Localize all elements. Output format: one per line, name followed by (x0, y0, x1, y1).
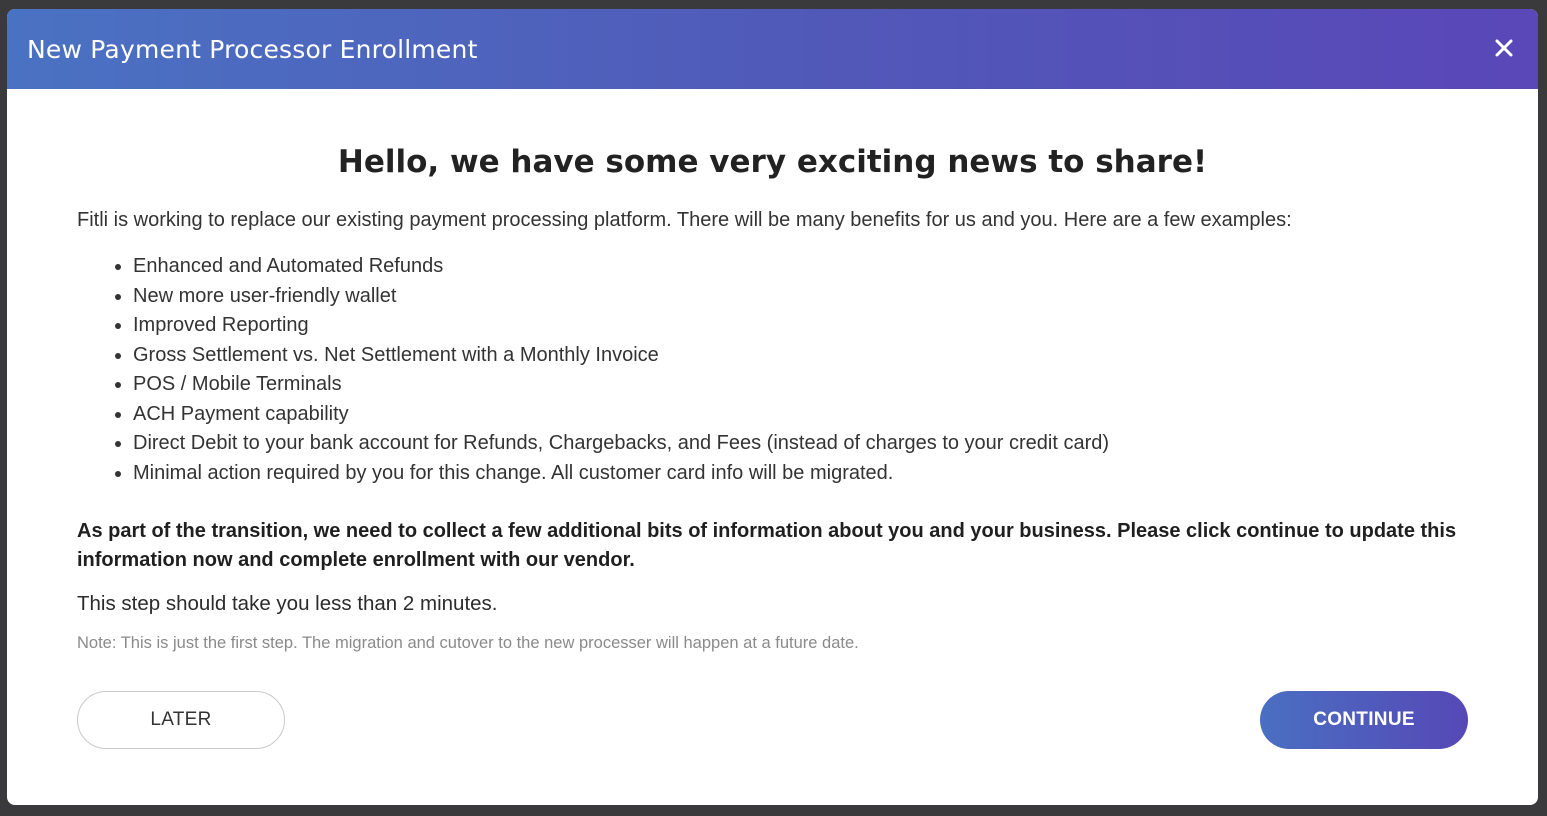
benefit-item: POS / Mobile Terminals (133, 370, 1468, 400)
benefit-item: New more user-friendly wallet (133, 282, 1468, 312)
continue-button[interactable]: CONTINUE (1260, 691, 1468, 749)
migration-note: Note: This is just the first step. The m… (77, 634, 859, 652)
benefit-item: Direct Debit to your bank account for Re… (133, 429, 1468, 459)
modal-actions: LATER CONTINUE (77, 690, 1468, 750)
close-icon (1494, 38, 1514, 61)
benefit-item: Minimal action required by you for this … (133, 459, 1468, 489)
modal-body: Hello, we have some very exciting news t… (7, 89, 1538, 653)
step-duration-text: This step should take you less than 2 mi… (77, 592, 498, 615)
benefits-list: Enhanced and Automated Refunds New more … (77, 252, 1468, 488)
close-button[interactable] (1490, 35, 1518, 63)
modal-title: New Payment Processor Enrollment (27, 34, 478, 64)
intro-text: Fitli is working to replace our existing… (77, 209, 1292, 231)
payment-enrollment-modal: New Payment Processor Enrollment Hello, … (7, 9, 1538, 805)
benefit-item: Gross Settlement vs. Net Settlement with… (133, 341, 1468, 371)
benefit-item: Enhanced and Automated Refunds (133, 252, 1468, 282)
modal-header: New Payment Processor Enrollment (7, 9, 1538, 89)
benefit-item: Improved Reporting (133, 311, 1468, 341)
later-button[interactable]: LATER (77, 691, 285, 749)
benefit-item: ACH Payment capability (133, 400, 1468, 430)
transition-notice: As part of the transition, we need to co… (77, 520, 1457, 571)
headline: Hello, we have some very exciting news t… (337, 144, 1208, 180)
